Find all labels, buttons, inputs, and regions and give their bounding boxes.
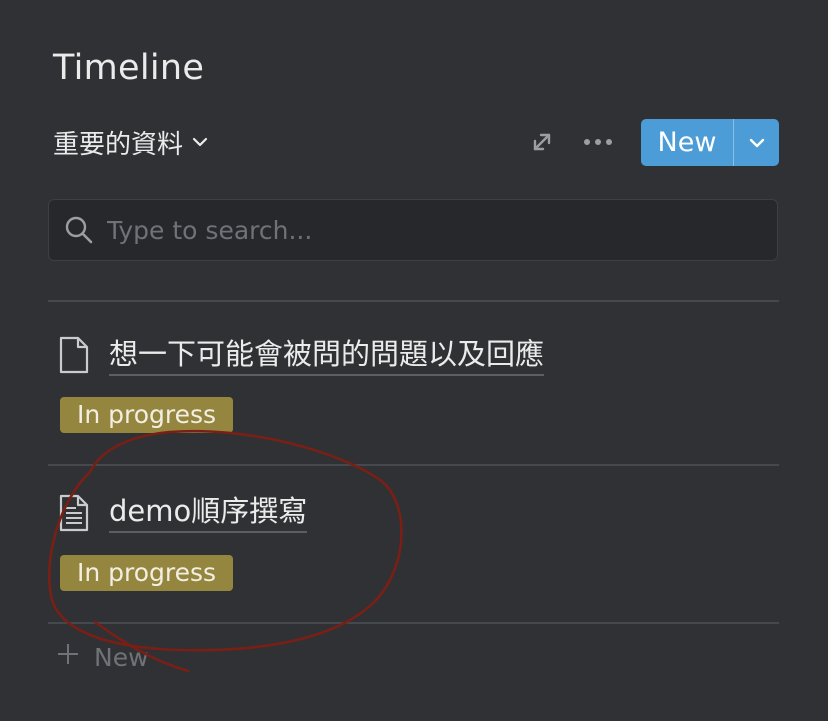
divider [48,622,779,624]
item-title[interactable]: 想一下可能會被問的問題以及回應 [109,337,545,376]
add-new-label: New [94,642,149,672]
search-box [48,199,778,261]
chevron-down-icon [191,133,209,151]
chevron-down-icon [749,138,764,147]
new-button[interactable]: New [641,119,733,166]
list-item[interactable]: demo順序撰寫 In progress [48,466,779,626]
plus-icon [56,642,80,672]
new-split-button: New [641,119,779,166]
list-item[interactable]: 想一下可能會被問的問題以及回應 In progress [48,302,779,462]
page-blank-icon [58,336,90,374]
expand-icon[interactable] [526,126,558,158]
page-title: Timeline [53,48,205,88]
search-input[interactable] [105,200,777,260]
view-name: 重要的資料 [53,129,184,160]
status-badge: In progress [60,397,234,433]
more-options-icon[interactable] [578,126,618,158]
new-options-button[interactable] [734,119,779,166]
page-text-icon [58,494,90,532]
view-selector[interactable]: 重要的資料 [53,122,209,162]
status-badge: In progress [60,555,234,591]
item-title[interactable]: demo順序撰寫 [109,494,308,533]
add-new-button[interactable]: New [56,640,149,674]
search-icon [63,214,95,246]
timeline-panel: Timeline 重要的資料 New Type to search... 想一下… [0,0,828,721]
